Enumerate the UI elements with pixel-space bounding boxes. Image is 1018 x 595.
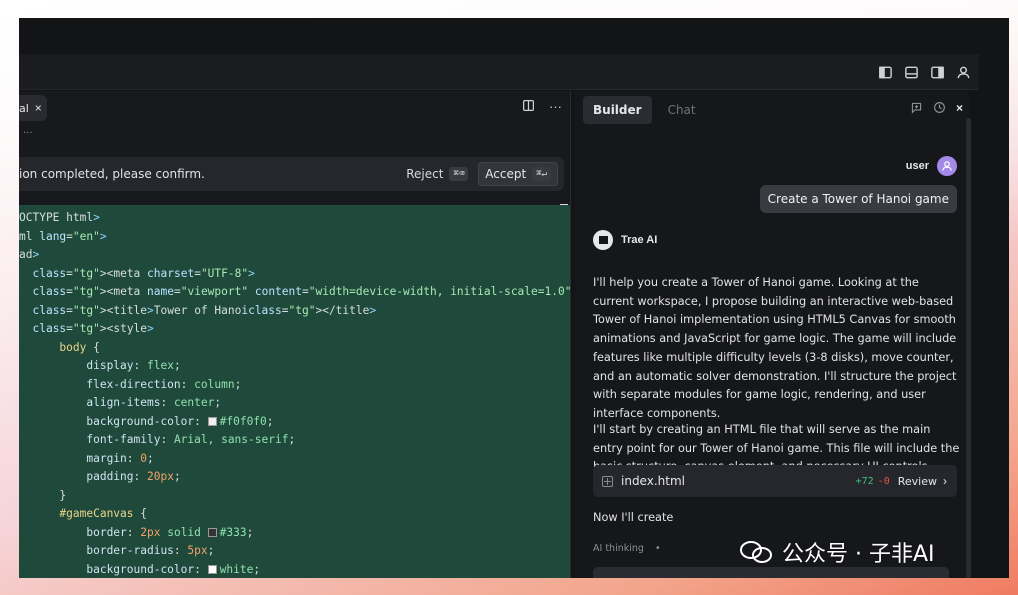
user-message: Create a Tower of Hanoi game (759, 185, 957, 213)
panel-bottom-icon[interactable] (903, 64, 919, 80)
confirm-message: ion completed, please confirm. (19, 167, 205, 181)
tab-chat[interactable]: Chat (658, 96, 706, 124)
reject-label: Reject (406, 167, 444, 181)
code-line: body { (59, 340, 100, 354)
code-line: margin: 0; (86, 451, 154, 465)
breadcrumb: ··· (23, 128, 33, 139)
code-line: #gameCanvas { (59, 507, 147, 520)
user-avatar (937, 156, 957, 176)
code-line: align-items: center; (86, 396, 222, 409)
file-diff-icon (602, 475, 613, 487)
thinking-box (593, 567, 949, 578)
code-line: ad> (19, 248, 40, 261)
sidebar-left-icon[interactable] (877, 64, 893, 80)
review-button[interactable]: Review (898, 475, 937, 488)
editor-panel: al × ··· ··· ion completed, please confi… (19, 91, 571, 578)
code-line: background-color: #f0f0f0; (86, 414, 274, 428)
code-line: class="tg"><style> (32, 322, 154, 335)
code-line: border-radius: 5px; (86, 544, 215, 557)
deletions-count: -0 (877, 475, 890, 487)
code-line: background-color: white; (86, 562, 261, 576)
code-line: display: flex; (86, 359, 181, 372)
watermark: 公众号 · 子非AI (738, 536, 935, 568)
accept-label: Accept (485, 167, 527, 181)
reject-shortcut: ⌘⌫ (449, 167, 469, 181)
accept-shortcut: ⌘↵ (532, 167, 551, 181)
ide-window: al × ··· ··· ion completed, please confi… (19, 18, 1009, 578)
tab-builder[interactable]: Builder (583, 96, 652, 124)
account-icon[interactable] (955, 64, 971, 80)
editor-tab[interactable]: al × (19, 95, 47, 121)
code-line: class="tg"><meta name="viewport" content… (32, 285, 570, 298)
split-view-icon[interactable] (522, 99, 535, 115)
code-line: OCTYPE html> (19, 211, 100, 224)
code-line: border: 2px solid #333; (86, 525, 254, 539)
file-name: index.html (621, 474, 685, 488)
sidebar-right-icon[interactable] (929, 64, 945, 80)
thinking-label: AI thinking (593, 543, 644, 554)
titlebar (19, 54, 979, 90)
ai-name: Trae AI (621, 234, 658, 246)
file-change-card[interactable]: index.html +72 -0 Review › (593, 465, 957, 497)
reject-button[interactable]: Reject ⌘⌫ (406, 167, 469, 181)
code-line: class="tg"><meta charset="UTF-8"> (32, 266, 255, 280)
code-line: class="tg"><title>Tower of Hanoiclass="t… (32, 303, 377, 317)
code-line: padding: 20px; (86, 470, 181, 483)
user-name: user (905, 160, 929, 172)
trae-logo-icon (593, 230, 613, 250)
thinking-indicator: AI thinking • (593, 543, 661, 554)
code-line: } (19, 488, 67, 502)
new-chat-icon[interactable] (910, 101, 923, 117)
chevron-right-icon[interactable]: › (943, 474, 947, 488)
watermark-text: 公众号 · 子非AI (782, 542, 935, 567)
code-line: flex-direction: column; (86, 377, 242, 391)
close-icon[interactable]: × (956, 101, 963, 117)
accept-button[interactable]: Accept ⌘↵ (478, 162, 558, 186)
ai-status-text: Now I'll create (593, 511, 674, 524)
code-line: font-family: Arial, sans-serif; (86, 433, 296, 446)
ai-message-paragraph: I'll help you create a Tower of Hanoi ga… (593, 276, 957, 420)
code-line: ml lang="en"> (19, 229, 107, 243)
close-icon[interactable]: × (35, 101, 42, 115)
wechat-logo-icon (740, 541, 772, 563)
more-icon[interactable]: ··· (549, 99, 562, 115)
editor-tab-label: al (19, 101, 29, 115)
confirm-bar: ion completed, please confirm. Reject ⌘⌫… (19, 157, 564, 191)
history-icon[interactable] (933, 101, 946, 117)
additions-count: +72 (855, 475, 874, 487)
code-editor[interactable]: OCTYPE html> ml lang="en"> ad> class="tg">… (19, 205, 570, 578)
thinking-dot: • (654, 543, 661, 554)
chat-panel: Builder Chat × user Create a Tower of Ha… (575, 91, 969, 578)
chat-scrollbar[interactable] (966, 118, 971, 578)
